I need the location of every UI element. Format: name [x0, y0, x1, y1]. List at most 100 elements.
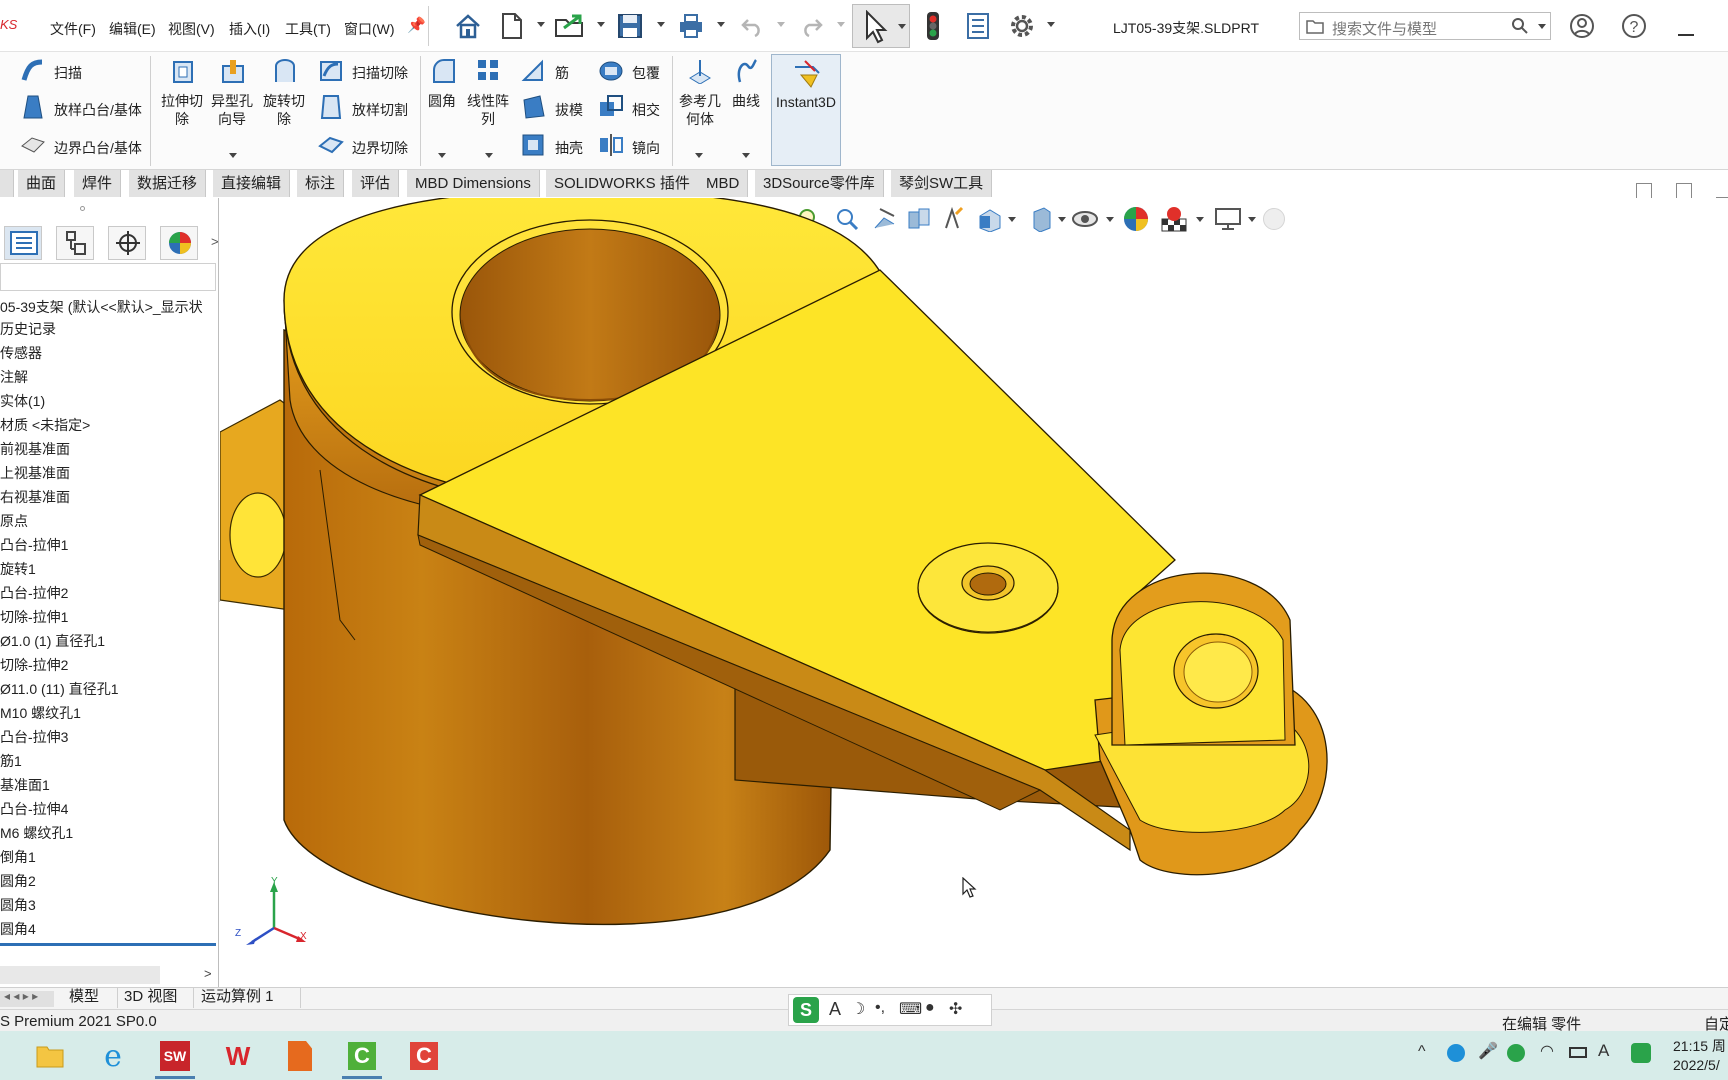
sweep-button[interactable]: 扫描 — [54, 63, 82, 83]
ime-punctuation-icon[interactable]: •, — [875, 999, 885, 1017]
search-box[interactable]: 搜索文件与模型 — [1299, 12, 1551, 40]
select-button[interactable] — [852, 4, 910, 48]
camtasia-green-icon[interactable]: C — [342, 1038, 382, 1074]
ime-language-icon[interactable]: A — [829, 999, 841, 1020]
tree-item[interactable]: 基准面1 — [0, 776, 50, 794]
extruded-cut-button[interactable]: 拉伸切除 — [158, 92, 206, 128]
reference-geometry-dropdown-icon[interactable] — [695, 153, 703, 158]
tab-features[interactable] — [0, 170, 14, 197]
gear-icon[interactable] — [1006, 10, 1038, 42]
taskbar-time[interactable]: 21:15 周 — [1673, 1036, 1726, 1056]
tab-solidworks-addins[interactable]: SOLIDWORKS 插件 — [546, 170, 699, 197]
search-dropdown-icon[interactable] — [1538, 24, 1546, 29]
tree-item[interactable]: 圆角2 — [0, 872, 36, 890]
select-dropdown-icon[interactable] — [898, 24, 906, 29]
configuration-manager-tab-icon[interactable] — [108, 226, 146, 260]
tree-item[interactable]: 切除-拉伸2 — [0, 656, 68, 674]
menu-window[interactable]: 窗口(W) — [344, 19, 395, 39]
intersect-button[interactable]: 相交 — [632, 100, 660, 120]
save-dropdown-icon[interactable] — [657, 22, 665, 27]
tree-item[interactable]: 上视基准面 — [0, 464, 70, 482]
tree-item[interactable]: 切除-拉伸1 — [0, 608, 68, 626]
cut-more-dropdown-icon[interactable] — [229, 153, 237, 158]
horizontal-scrollbar[interactable] — [0, 966, 160, 984]
reference-geometry-button[interactable]: 参考几 何体 — [676, 92, 724, 128]
ime-menu-icon[interactable]: ✣ — [949, 999, 962, 1019]
print-dropdown-icon[interactable] — [717, 22, 725, 27]
tree-item[interactable]: 前视基准面 — [0, 440, 70, 458]
camtasia-red-icon[interactable]: C — [404, 1038, 444, 1074]
tree-item[interactable]: 圆角3 — [0, 896, 36, 914]
tree-item[interactable]: 传感器 — [0, 344, 42, 362]
curves-dropdown-icon[interactable] — [742, 153, 750, 158]
tab-3dsource[interactable]: 3DSource零件库 — [755, 170, 884, 197]
draft-button[interactable]: 拔模 — [555, 100, 583, 120]
tree-item[interactable]: 旋转1 — [0, 560, 36, 578]
rebuild-traffic-light-icon[interactable] — [917, 10, 949, 42]
tree-item[interactable]: 原点 — [0, 512, 28, 530]
ime-keyboard-icon[interactable]: ⌨ — [899, 999, 922, 1019]
curves-button[interactable]: 曲线 — [726, 92, 766, 110]
tab-model[interactable]: 模型 — [69, 987, 99, 1007]
tray-battery-icon[interactable] — [1569, 1047, 1587, 1058]
pattern-dropdown-icon[interactable] — [485, 153, 493, 158]
tray-wifi-icon[interactable]: ◠ — [1540, 1041, 1554, 1061]
tree-item[interactable]: 凸台-拉伸4 — [0, 800, 68, 818]
tree-item[interactable]: 实体(1) — [0, 392, 45, 410]
property-manager-tab-icon[interactable] — [56, 226, 94, 260]
boundary-boss-button[interactable]: 边界凸台/基体 — [54, 138, 142, 158]
wrap-button[interactable]: 包覆 — [632, 63, 660, 83]
search-icon[interactable] — [1511, 17, 1529, 35]
tree-item[interactable]: 筋1 — [0, 752, 22, 770]
open-dropdown-icon[interactable] — [597, 22, 605, 27]
tree-item[interactable]: Ø1.0 (1) 直径孔1 — [0, 632, 105, 650]
tree-item[interactable]: 凸台-拉伸3 — [0, 728, 68, 746]
tree-item[interactable]: 倒角1 — [0, 848, 36, 866]
new-dropdown-icon[interactable] — [537, 22, 545, 27]
options-dropdown-icon[interactable] — [1047, 22, 1055, 27]
new-document-icon[interactable] — [496, 10, 528, 42]
home-icon[interactable] — [452, 10, 484, 42]
instant3d-button[interactable]: Instant3D — [771, 54, 841, 166]
tab-markup[interactable]: 标注 — [297, 170, 345, 197]
mirror-button[interactable]: 镜向 — [632, 138, 660, 158]
taskbar-date[interactable]: 2022/5/ — [1673, 1057, 1720, 1073]
tree-item[interactable]: 右视基准面 — [0, 488, 70, 506]
tree-item[interactable]: Ø11.0 (11) 直径孔1 — [0, 680, 119, 698]
tab-mbd[interactable]: MBD — [698, 170, 749, 197]
feature-tree-tab-icon[interactable] — [4, 226, 42, 260]
minimize-icon[interactable] — [1678, 34, 1694, 36]
graphics-area[interactable]: Y X Z — [220, 198, 1728, 988]
help-icon[interactable]: ? — [1618, 10, 1650, 42]
file-explorer-icon[interactable] — [30, 1038, 70, 1074]
lofted-cut-button[interactable]: 放样切割 — [352, 100, 408, 120]
appearance-tab-icon[interactable] — [160, 226, 198, 260]
tree-item[interactable]: M6 螺纹孔1 — [0, 824, 73, 842]
swept-cut-button[interactable]: 扫描切除 — [352, 63, 408, 83]
tray-sogou-icon[interactable] — [1631, 1043, 1651, 1063]
tree-root-part[interactable]: 05-39支架 (默认<<默认>_显示状 — [0, 298, 203, 316]
tree-item[interactable]: M10 螺纹孔1 — [0, 704, 81, 722]
menu-insert[interactable]: 插入(I) — [229, 19, 270, 39]
redo-icon[interactable] — [796, 10, 828, 42]
menu-view[interactable]: 视图(V) — [168, 19, 215, 39]
tree-item[interactable]: 圆角4 — [0, 920, 36, 938]
tray-360-icon[interactable] — [1507, 1044, 1525, 1062]
3d-part-bracket[interactable] — [220, 198, 1728, 988]
fillet-button[interactable]: 圆角 — [420, 92, 464, 110]
tree-item[interactable]: 历史记录 — [0, 320, 56, 338]
tab-motion-study[interactable]: 运动算例 1 — [201, 987, 274, 1007]
internet-explorer-icon[interactable]: e — [93, 1038, 133, 1074]
tray-expand-icon[interactable]: ^ — [1418, 1043, 1426, 1061]
tab-data-migration[interactable]: 数据迁移 — [129, 170, 207, 197]
tray-ie-icon[interactable] — [1447, 1044, 1465, 1062]
tab-qinjian-tools[interactable]: 琴剑SW工具 — [891, 170, 993, 197]
print-icon[interactable] — [675, 10, 707, 42]
boundary-cut-button[interactable]: 边界切除 — [352, 138, 408, 158]
sogou-ime-icon[interactable]: S — [793, 997, 819, 1023]
pin-icon[interactable]: 📌 — [407, 16, 426, 34]
tree-item[interactable]: 凸台-拉伸1 — [0, 536, 68, 554]
undo-dropdown-icon[interactable] — [777, 22, 785, 27]
undo-icon[interactable] — [736, 10, 768, 42]
menu-file[interactable]: 文件(F) — [50, 19, 96, 39]
